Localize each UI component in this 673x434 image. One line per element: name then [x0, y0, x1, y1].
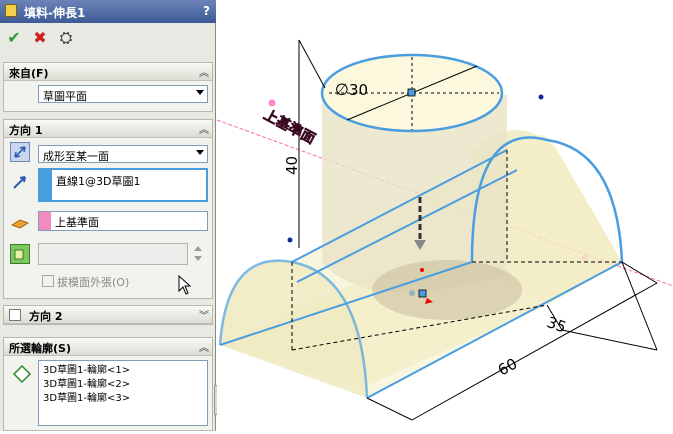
length-dimension[interactable]: 60 — [495, 355, 520, 380]
mouse-cursor-icon — [178, 275, 192, 295]
graphics-viewport[interactable]: 40 上基準面 ∅ 30 35 60 — [216, 0, 673, 431]
spin-up-icon — [194, 246, 202, 251]
extension-line — [621, 261, 658, 284]
from-select[interactable]: 草圖平面 — [38, 85, 208, 103]
ok-button[interactable]: ✔ — [4, 28, 24, 48]
contour-item-list: 3D草圖1-輪廓<1> 3D草圖1-輪廓<2> 3D草圖1-輪廓<3> — [43, 364, 130, 406]
feature-icon — [5, 4, 17, 17]
expand-icon: ︾ — [199, 311, 209, 322]
end-condition-select[interactable]: 成形至某一面 — [38, 145, 208, 163]
plane-label-group: 上基準面 — [260, 106, 318, 148]
collapse-icon: ︽ — [199, 343, 209, 354]
end-condition-value: 成形至某一面 — [43, 150, 109, 163]
direction1-header[interactable]: 方向 1 ︽ — [4, 120, 212, 138]
chevron-down-icon — [196, 150, 204, 155]
list-item[interactable]: 3D草圖1-輪廓<3> — [43, 392, 130, 406]
sketch-point[interactable] — [287, 237, 293, 243]
collapse-icon: ︽ — [199, 125, 209, 136]
direction-vector-icon — [10, 172, 30, 192]
spin-down-icon — [194, 256, 202, 261]
diameter-dimension[interactable]: 30 — [349, 81, 368, 99]
direction2-title: 方向 2 — [29, 310, 63, 323]
draft-outward-checkbox[interactable] — [42, 275, 54, 287]
draft-icon — [14, 249, 24, 260]
draft-angle-spinner[interactable] — [192, 243, 204, 265]
extension-line — [298, 39, 326, 89]
panel-title: 填料-伸長1 — [24, 6, 86, 20]
selection-color-swatch — [39, 212, 51, 230]
height-dimension[interactable]: 40 — [283, 156, 301, 175]
list-item[interactable]: 3D草圖1-輪廓<2> — [43, 378, 130, 392]
extension-line — [621, 261, 658, 351]
model-view[interactable]: 40 上基準面 ∅ 30 35 60 — [216, 0, 673, 431]
selected-contours-title: 所選輪廓(S) — [9, 342, 71, 355]
direction1-title: 方向 1 — [9, 124, 43, 137]
face-reference-value: 上基準面 — [55, 216, 99, 229]
direction-reference-value: 直線1@3D草圖1 — [56, 175, 141, 188]
help-button[interactable]: ? — [203, 4, 210, 18]
cylinder-bottom-face — [372, 260, 522, 320]
origin-point — [420, 268, 424, 272]
direction2-checkbox[interactable] — [9, 309, 21, 321]
collapse-icon: ︽ — [199, 68, 209, 79]
action-bar: ✔ ✖ ⛭ — [0, 24, 216, 54]
contour-icon — [12, 364, 32, 384]
diameter-symbol-icon: ∅ — [335, 80, 349, 99]
panel-title-bar: 填料-伸長1 ? — [0, 0, 216, 23]
width-dimension[interactable]: 35 — [545, 313, 569, 336]
from-group-header[interactable]: 來自(F) ︽ — [4, 63, 212, 81]
draft-outward-label: 拔模面外張(O) — [57, 276, 130, 289]
direction1-group: 方向 1 ︽ 成形至某一面 直線1@3D草圖1 上基準面 拔模面外張(O) — [3, 119, 213, 299]
dimension-line — [561, 329, 658, 351]
cancel-button[interactable]: ✖ — [30, 28, 50, 48]
face-reference-field[interactable]: 上基準面 — [38, 211, 208, 231]
sketch-point[interactable] — [407, 88, 416, 97]
reverse-direction-button[interactable] — [10, 142, 30, 162]
reverse-direction-icon — [14, 146, 26, 158]
preview-button[interactable]: ⛭ — [56, 28, 76, 48]
sketch-point[interactable] — [538, 94, 544, 100]
draft-button[interactable] — [10, 244, 30, 264]
chevron-down-icon — [196, 90, 204, 95]
plane-handle[interactable] — [268, 99, 276, 107]
property-manager-panel: 填料-伸長1 ? ✔ ✖ ⛭ 來自(F) ︽ 草圖平面 方向 1 ︽ 成形至某一… — [0, 0, 220, 431]
selection-color-swatch — [40, 170, 52, 200]
sketch-point[interactable] — [418, 289, 427, 298]
selected-contours-group: 所選輪廓(S) ︽ 3D草圖1-輪廓<1> 3D草圖1-輪廓<2> 3D草圖1-… — [3, 337, 213, 431]
from-group: 來自(F) ︽ 草圖平面 — [3, 62, 213, 112]
selected-contours-list[interactable]: 3D草圖1-輪廓<1> 3D草圖1-輪廓<2> 3D草圖1-輪廓<3> — [38, 360, 208, 426]
extension-line — [366, 397, 413, 421]
plane-label: 上基準面 — [261, 106, 318, 147]
selected-contours-header[interactable]: 所選輪廓(S) ︽ — [4, 338, 212, 356]
list-item[interactable]: 3D草圖1-輪廓<1> — [43, 364, 130, 378]
direction2-header[interactable]: 方向 2 ︾ — [4, 306, 212, 324]
direction-reference-field[interactable]: 直線1@3D草圖1 — [38, 168, 208, 202]
direction2-group: 方向 2 ︾ — [3, 305, 213, 325]
face-plane-icon — [10, 213, 30, 233]
from-select-value: 草圖平面 — [43, 90, 87, 103]
draft-angle-input[interactable] — [38, 243, 188, 265]
from-group-title: 來自(F) — [9, 67, 49, 80]
